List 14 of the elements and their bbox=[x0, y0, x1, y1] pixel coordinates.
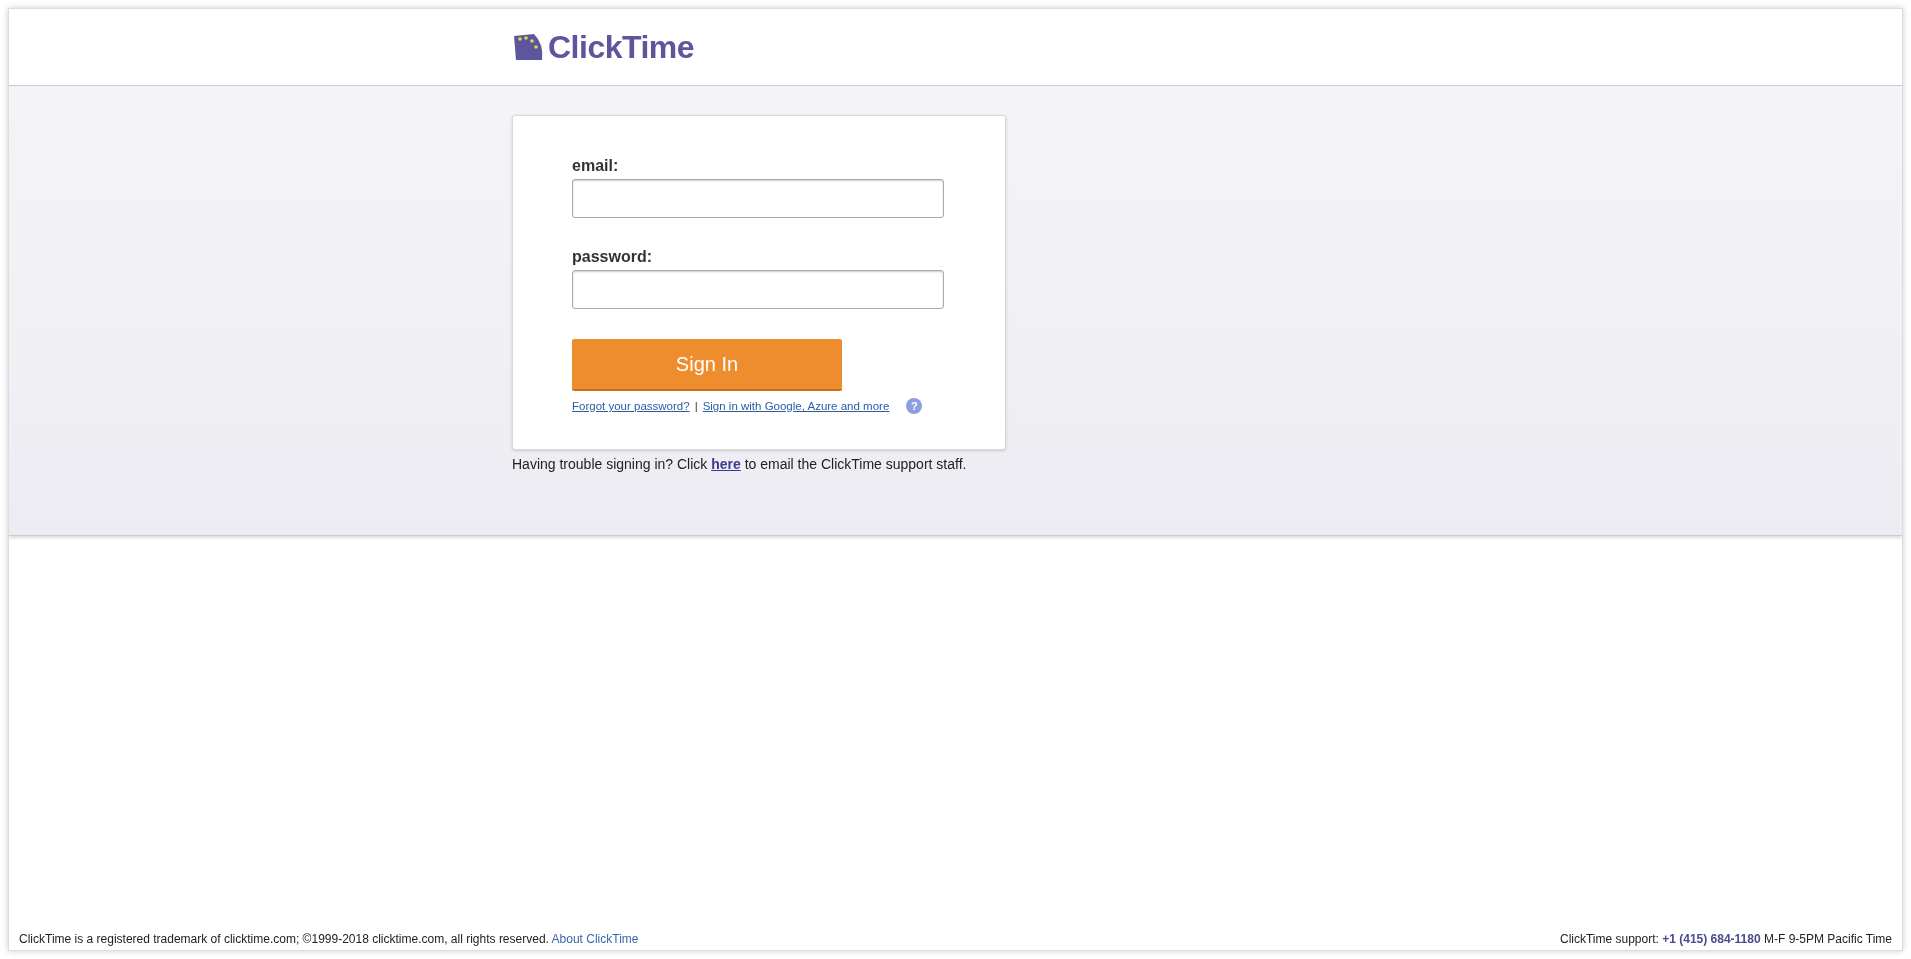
here-link[interactable]: here bbox=[711, 456, 741, 472]
email-field[interactable] bbox=[572, 179, 944, 218]
password-label: password: bbox=[572, 248, 652, 266]
email-label: email: bbox=[572, 157, 619, 175]
password-field[interactable] bbox=[572, 270, 944, 309]
sso-link[interactable]: Sign in with Google, Azure and more bbox=[702, 400, 890, 412]
forgot-password-link[interactable]: Forgot your password? bbox=[572, 400, 690, 412]
about-link[interactable]: About ClickTime bbox=[551, 932, 639, 946]
support-note: ClickTime support: +1 (415) 684-1180 M-F 9-5PM Pacific Time bbox=[1559, 932, 1892, 946]
separator: | bbox=[694, 400, 698, 412]
legal-note: ClickTime is a registered trademark of clicktime.com; ©1999-2018 clicktime.com, all rights reserved. About ClickTime bbox=[19, 932, 639, 946]
phone-link[interactable]: +1 (415) 684-1180 bbox=[1662, 932, 1761, 946]
trouble-note: Having trouble signing in? Click here to email the ClickTime support staff. bbox=[512, 456, 968, 472]
logo-text: ClickTime bbox=[548, 28, 695, 66]
